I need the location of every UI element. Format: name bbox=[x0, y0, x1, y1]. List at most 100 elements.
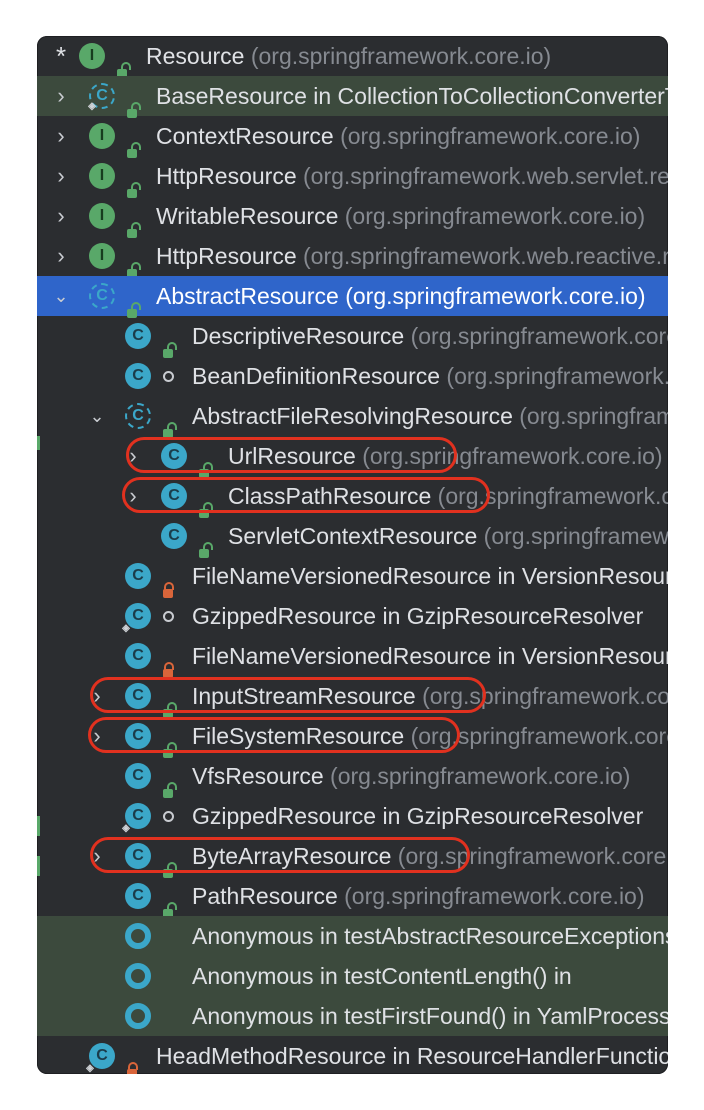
public-access-icon bbox=[159, 716, 177, 758]
class-icon: C ◈ bbox=[122, 803, 151, 834]
chevron-right-icon[interactable]: › bbox=[89, 676, 105, 716]
tree-row[interactable]: › I HttpResource (org.springframework.we… bbox=[37, 236, 668, 278]
chevron-right-icon[interactable]: › bbox=[53, 196, 69, 236]
type-name: AbstractResource bbox=[156, 283, 339, 309]
tree-row[interactable]: C ◈ GzippedResource in GzipResourceResolv… bbox=[37, 596, 668, 636]
tree-row[interactable]: C ServletContextResource (org.springfram… bbox=[37, 516, 668, 558]
type-name: ServletContextResource bbox=[228, 523, 478, 549]
tree-row[interactable]: Anonymous in testFirstFound() in YamlPro… bbox=[37, 996, 668, 1036]
type-name: ByteArrayResource bbox=[192, 843, 392, 869]
class-icon: C bbox=[125, 563, 151, 589]
abstract-class-icon: C bbox=[125, 403, 151, 429]
class-icon: C bbox=[161, 483, 187, 509]
anonymous-class-icon bbox=[125, 963, 151, 989]
private-access-icon bbox=[159, 636, 177, 678]
tree-row[interactable]: › C InputStreamResource (org.springframe… bbox=[37, 676, 668, 718]
interface-icon: I bbox=[79, 43, 105, 69]
abstract-class-icon: C bbox=[89, 283, 115, 309]
tree-row[interactable]: C DescriptiveResource (org.springframewo… bbox=[37, 316, 668, 358]
chevron-right-icon[interactable]: › bbox=[89, 716, 105, 756]
package-private-icon bbox=[159, 596, 177, 636]
gutter-mark bbox=[37, 436, 40, 450]
tree-row[interactable]: › I HttpResource (org.springframework.we… bbox=[37, 156, 668, 198]
tree-row[interactable]: C FileNameVersionedResource in VersionRe… bbox=[37, 556, 668, 598]
tree-row[interactable]: › C UrlResource (org.springframework.cor… bbox=[37, 436, 668, 478]
chevron-down-icon[interactable]: ⌄ bbox=[53, 276, 69, 316]
tree-row[interactable]: C ◈ HeadMethodResource in ResourceHandler… bbox=[37, 1036, 668, 1074]
chevron-right-icon[interactable]: › bbox=[89, 836, 105, 876]
interface-icon: I bbox=[89, 123, 115, 149]
class-icon: C bbox=[125, 683, 151, 709]
public-access-icon bbox=[195, 436, 213, 478]
tree-row[interactable]: › C FileSystemResource (org.springframew… bbox=[37, 716, 668, 758]
tree-row[interactable]: C VfsResource (org.springframework.core.… bbox=[37, 756, 668, 798]
public-access-icon bbox=[159, 676, 177, 718]
type-name: FileNameVersionedResource in VersionReso… bbox=[192, 563, 668, 589]
tree-row[interactable]: › I ContextResource (org.springframework… bbox=[37, 116, 668, 158]
type-name: GzippedResource in GzipResourceResolver bbox=[192, 603, 644, 629]
chevron-right-icon[interactable]: › bbox=[53, 236, 69, 276]
public-access-icon bbox=[159, 396, 177, 438]
class-icon: C bbox=[161, 523, 187, 549]
type-name: WritableResource bbox=[156, 203, 339, 229]
tree-row[interactable]: ⌄ C AbstractFileResolvingResource (org.s… bbox=[37, 396, 668, 438]
tree-row[interactable]: C PathResource (org.springframework.core… bbox=[37, 876, 668, 918]
tree-row-selected[interactable]: ⌄ C AbstractResource (org.springframewor… bbox=[37, 276, 668, 318]
anonymous-class-icon bbox=[125, 1003, 151, 1029]
root-package: (org.springframework.core.io) bbox=[250, 43, 552, 69]
chevron-right-icon[interactable]: › bbox=[53, 156, 69, 196]
type-name: FileNameVersionedResource in VersionReso… bbox=[192, 643, 668, 669]
tree-row[interactable]: Anonymous in testContentLength() in bbox=[37, 956, 668, 996]
tree-row[interactable]: › C ◈ BaseResource in CollectionToCollect… bbox=[37, 76, 668, 118]
type-name: HttpResource bbox=[156, 163, 297, 189]
chevron-down-icon[interactable]: ⌄ bbox=[89, 396, 105, 436]
package-private-icon bbox=[159, 796, 177, 836]
type-name: HeadMethodResource in ResourceHandlerFun… bbox=[156, 1043, 668, 1069]
class-icon: C ◈ bbox=[88, 83, 115, 112]
public-access-icon bbox=[123, 76, 141, 118]
tree-root-row[interactable]: * I Resource (org.springframework.core.i… bbox=[37, 36, 668, 78]
class-icon: C bbox=[125, 843, 151, 869]
class-icon: C bbox=[125, 723, 151, 749]
tree-row[interactable]: › C ClassPathResource (org.springframewo… bbox=[37, 476, 668, 518]
public-access-icon bbox=[159, 316, 177, 358]
class-icon: C ◈ bbox=[122, 603, 151, 634]
type-name: FileSystemResource bbox=[192, 723, 405, 749]
public-access-icon bbox=[123, 156, 141, 198]
interface-icon: I bbox=[89, 163, 115, 189]
public-access-icon bbox=[123, 236, 141, 278]
class-icon: C bbox=[161, 443, 187, 469]
interface-icon: I bbox=[89, 243, 115, 269]
public-access-icon bbox=[195, 516, 213, 558]
public-access-icon bbox=[123, 196, 141, 238]
class-icon: C bbox=[125, 363, 151, 389]
private-access-icon bbox=[159, 556, 177, 598]
type-name: BaseResource in CollectionToCollectionCo… bbox=[156, 83, 668, 109]
type-name: DescriptiveResource bbox=[192, 323, 405, 349]
tree-row[interactable]: C ◈ GzippedResource in GzipResourceResolv… bbox=[37, 796, 668, 836]
root-name: Resource bbox=[146, 43, 245, 69]
private-access-icon bbox=[123, 1036, 141, 1074]
public-access-icon bbox=[159, 756, 177, 798]
public-access-icon bbox=[123, 116, 141, 158]
chevron-right-icon[interactable]: › bbox=[125, 436, 141, 476]
tree-row[interactable]: › C ByteArrayResource (org.springframewo… bbox=[37, 836, 668, 878]
tree-row[interactable]: C BeanDefinitionResource (org.springfram… bbox=[37, 356, 668, 396]
tree-row[interactable]: Anonymous in testAbstractResourceExcepti… bbox=[37, 916, 668, 956]
type-hierarchy-popup: * I Resource (org.springframework.core.i… bbox=[37, 36, 668, 1074]
gutter-mark bbox=[37, 816, 40, 836]
type-name: Anonymous in testContentLength() in bbox=[192, 963, 572, 989]
tree-row[interactable]: › I WritableResource (org.springframewor… bbox=[37, 196, 668, 238]
class-icon: C bbox=[125, 643, 151, 669]
type-name: BeanDefinitionResource bbox=[192, 363, 441, 389]
public-access-icon bbox=[113, 36, 131, 78]
chevron-right-icon[interactable]: › bbox=[53, 76, 69, 116]
tree-row[interactable]: C FileNameVersionedResource in VersionRe… bbox=[37, 636, 668, 678]
class-icon: C bbox=[125, 323, 151, 349]
public-access-icon bbox=[159, 876, 177, 918]
root-marker: * bbox=[56, 41, 67, 71]
type-name: ContextResource bbox=[156, 123, 334, 149]
hierarchy-tree: * I Resource (org.springframework.core.i… bbox=[37, 36, 668, 1074]
chevron-right-icon[interactable]: › bbox=[125, 476, 141, 516]
chevron-right-icon[interactable]: › bbox=[53, 116, 69, 156]
